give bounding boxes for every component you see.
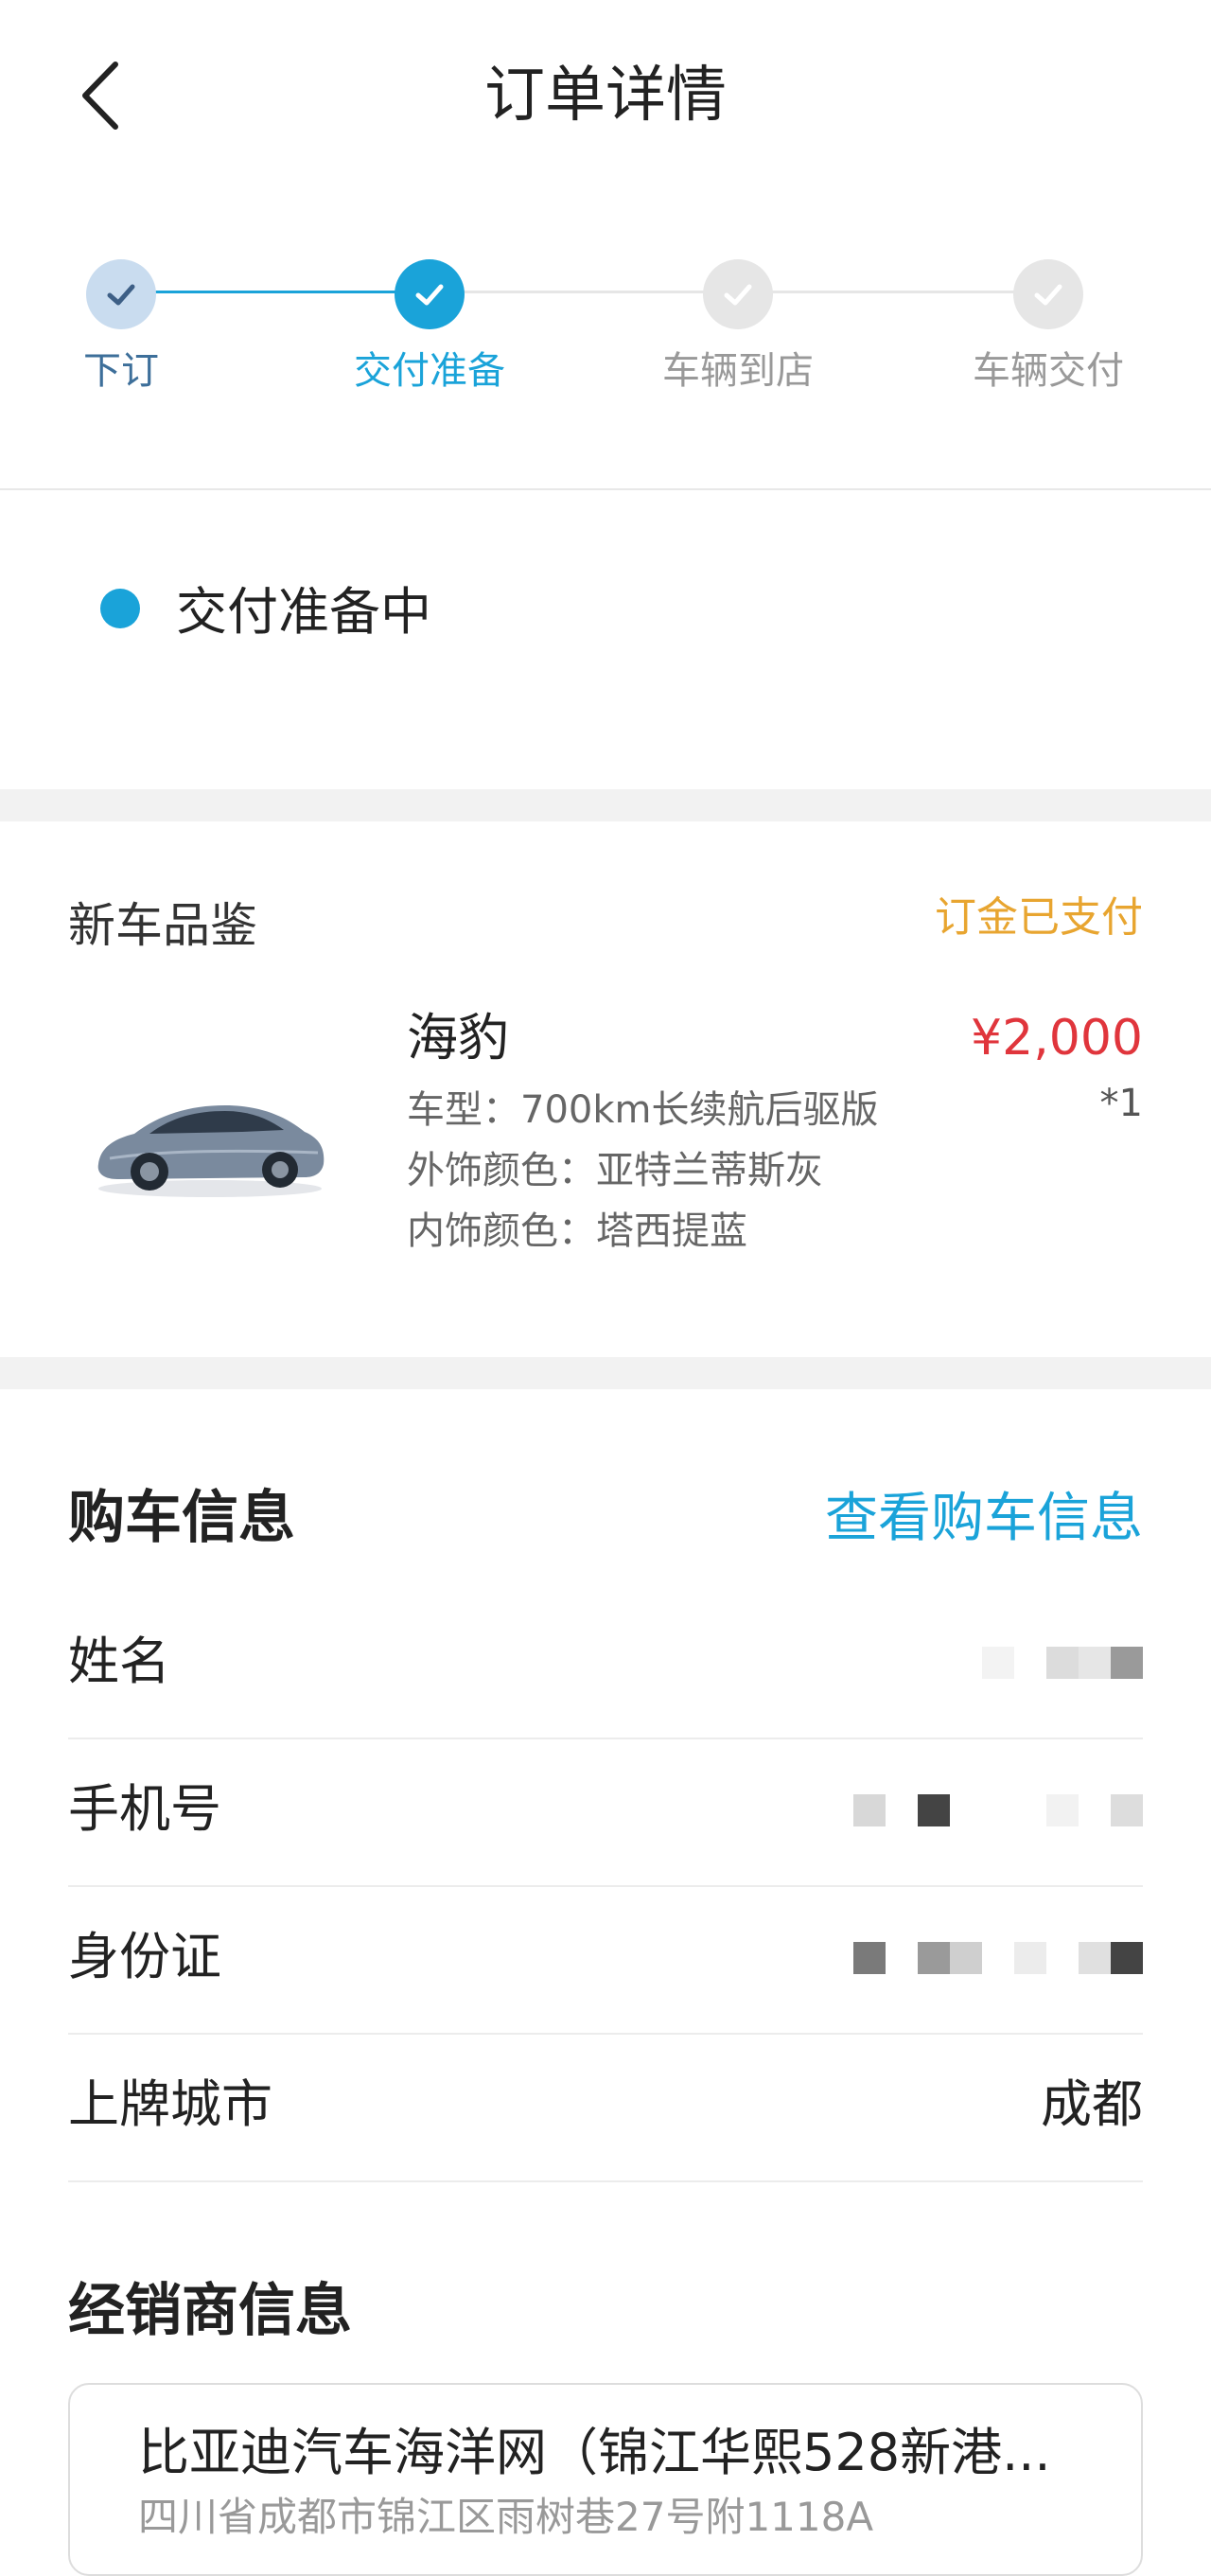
- dealer-card[interactable]: 比亚迪汽车海洋网（锦江华熙528新港... 四川省成都市锦江区雨树巷27号附11…: [68, 2383, 1143, 2576]
- check-icon: [86, 259, 156, 329]
- check-icon: [703, 259, 773, 329]
- info-row-id-card: 身份证: [68, 1885, 1143, 2035]
- page-title: 订单详情: [484, 61, 727, 131]
- car-image: [91, 1077, 329, 1200]
- divider: [0, 488, 1211, 490]
- step-vehicle-delivery: 车辆交付: [925, 259, 1171, 396]
- dealer-address: 四川省成都市锦江区雨树巷27号附1118A: [138, 2494, 874, 2540]
- step-delivery-prep: 交付准备: [307, 259, 553, 396]
- info-row-plate-city: 上牌城市 成都: [68, 2033, 1143, 2182]
- step-label: 交付准备: [354, 349, 505, 393]
- order-progress-steps: 下订 交付准备 车辆到店 车辆交付: [0, 237, 1211, 426]
- spec-model: 车型：700km长续航后驱版: [407, 1088, 879, 1132]
- buyer-info-title: 购车信息: [68, 1485, 295, 1551]
- info-row-name: 姓名: [68, 1590, 1143, 1739]
- step-vehicle-arrival: 车辆到店: [615, 259, 861, 396]
- info-label: 姓名: [68, 1632, 170, 1691]
- step-label: 下订: [83, 349, 159, 393]
- info-row-phone: 手机号: [68, 1738, 1143, 1887]
- dealer-name: 比亚迪汽车海洋网（锦江华熙528新港...: [138, 2423, 1051, 2482]
- masked-value: [982, 1647, 1143, 1685]
- info-label: 身份证: [68, 1927, 221, 1986]
- masked-value: [853, 1794, 1143, 1832]
- header-bar: 订单详情: [0, 0, 1211, 189]
- section-separator: [0, 789, 1211, 821]
- info-label: 手机号: [68, 1779, 221, 1839]
- product-name: 海豹: [407, 1008, 509, 1067]
- shop-name: 新车品鉴: [68, 898, 257, 953]
- order-status-text: 交付准备中: [176, 582, 431, 642]
- payment-status-badge: 订金已支付: [935, 893, 1143, 942]
- view-buyer-info-link[interactable]: 查看购车信息: [825, 1484, 1143, 1554]
- dealer-info-title: 经销商信息: [68, 2278, 352, 2344]
- masked-value: [853, 1942, 1143, 1980]
- check-icon: [395, 259, 465, 329]
- product-price: ¥2,000: [971, 1010, 1143, 1067]
- step-ordered: 下订: [0, 259, 244, 396]
- spec-interior-color: 内饰颜色：塔西提蓝: [407, 1209, 747, 1253]
- step-label: 车辆到店: [662, 349, 814, 393]
- plate-city-value: 成都: [1041, 2074, 1143, 2134]
- info-label: 上牌城市: [68, 2074, 272, 2134]
- step-label: 车辆交付: [973, 349, 1124, 393]
- product-quantity: *1: [1099, 1082, 1143, 1125]
- spec-exterior-color: 外饰颜色：亚特兰蒂斯灰: [407, 1149, 823, 1192]
- status-dot: [100, 589, 140, 628]
- section-separator: [0, 1357, 1211, 1389]
- check-icon: [1013, 259, 1083, 329]
